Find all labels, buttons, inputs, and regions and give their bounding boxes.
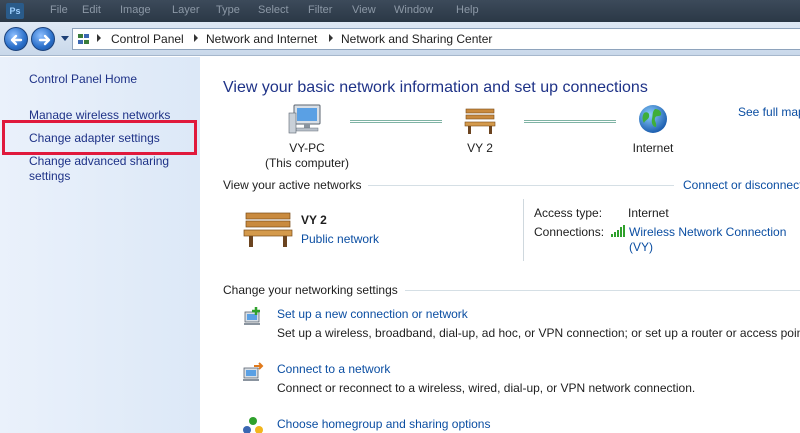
- menu-type[interactable]: Type: [216, 4, 240, 16]
- app-menu-strip: Ps File Edit Image Layer Type Select Fil…: [0, 0, 800, 22]
- app-logo: Ps: [6, 3, 24, 19]
- active-network-bench-icon: [243, 212, 293, 247]
- back-button[interactable]: [4, 27, 28, 51]
- wireless-connection-ssid-link[interactable]: (VY): [629, 240, 653, 254]
- recent-pages-dropdown-icon[interactable]: [61, 36, 69, 42]
- menu-image[interactable]: Image: [120, 4, 151, 16]
- connections-label: Connections:: [534, 225, 605, 239]
- section-divider: [368, 185, 674, 186]
- access-type-value: Internet: [628, 206, 669, 220]
- section-divider: [405, 290, 800, 291]
- homegroup-icon: [243, 417, 263, 433]
- menu-view[interactable]: View: [352, 4, 376, 16]
- back-arrow-icon: [10, 34, 23, 46]
- computer-name: VY-PC: [289, 141, 325, 155]
- wireless-signal-icon: [611, 225, 625, 237]
- breadcrumb-network-internet[interactable]: Network and Internet: [206, 32, 317, 46]
- change-advanced-sharing-settings-link[interactable]: Change advanced sharing settings: [29, 154, 179, 184]
- computer-subtitle: (This computer): [264, 156, 350, 170]
- connect-network-icon: [243, 362, 264, 381]
- breadcrumb-network-sharing-center[interactable]: Network and Sharing Center: [341, 32, 492, 46]
- new-connection-icon: [244, 307, 260, 325]
- menu-layer[interactable]: Layer: [172, 4, 200, 16]
- address-bar: Control Panel Network and Internet Netwo…: [0, 22, 800, 56]
- see-full-map-link[interactable]: See full map: [738, 105, 800, 119]
- highlight-box: [2, 120, 197, 155]
- connect-to-network-description: Connect or reconnect to a wireless, wire…: [277, 381, 696, 395]
- connection-line: [524, 120, 616, 123]
- wireless-connection-link[interactable]: Wireless Network Connection: [629, 225, 786, 239]
- breadcrumb-control-panel[interactable]: Control Panel: [111, 32, 184, 46]
- breadcrumb-separator-icon[interactable]: [97, 34, 101, 42]
- control-panel-home-link[interactable]: Control Panel Home: [29, 72, 199, 87]
- computer-icon: [288, 104, 321, 134]
- internet-label: Internet: [632, 141, 674, 155]
- network-type-link[interactable]: Public network: [301, 232, 379, 246]
- internet-globe-icon: [639, 105, 667, 133]
- left-navigation-pane: Control Panel Home Manage wireless netwo…: [0, 57, 200, 433]
- menu-help[interactable]: Help: [456, 4, 479, 16]
- network-name: VY 2: [467, 141, 493, 155]
- menu-filter[interactable]: Filter: [308, 4, 332, 16]
- breadcrumb[interactable]: Control Panel Network and Internet Netwo…: [72, 28, 800, 50]
- page-title: View your basic network information and …: [223, 79, 648, 96]
- setup-new-connection-description: Set up a wireless, broadband, dial-up, a…: [277, 326, 800, 340]
- active-network-name: VY 2: [301, 213, 327, 227]
- control-panel-icon: [78, 34, 89, 44]
- connect-to-network-link[interactable]: Connect to a network: [277, 362, 390, 376]
- menu-select[interactable]: Select: [258, 4, 289, 16]
- menu-window[interactable]: Window: [394, 4, 433, 16]
- active-networks-label: View your active networks: [223, 178, 362, 192]
- breadcrumb-separator-icon[interactable]: [329, 34, 333, 42]
- connect-disconnect-link[interactable]: Connect or disconnect: [683, 178, 800, 192]
- network-bench-icon: [464, 108, 496, 134]
- access-type-label: Access type:: [534, 206, 603, 220]
- homegroup-sharing-link[interactable]: Choose homegroup and sharing options: [277, 417, 490, 431]
- vertical-divider: [523, 199, 524, 261]
- menu-file[interactable]: File: [50, 4, 68, 16]
- setup-new-connection-link[interactable]: Set up a new connection or network: [277, 307, 468, 321]
- change-settings-label: Change your networking settings: [223, 283, 398, 297]
- forward-arrow-icon: [38, 34, 51, 46]
- menu-edit[interactable]: Edit: [82, 4, 101, 16]
- breadcrumb-separator-icon[interactable]: [194, 34, 198, 42]
- main-content: View your basic network information and …: [200, 57, 800, 433]
- connection-line: [350, 120, 442, 123]
- forward-button[interactable]: [31, 27, 55, 51]
